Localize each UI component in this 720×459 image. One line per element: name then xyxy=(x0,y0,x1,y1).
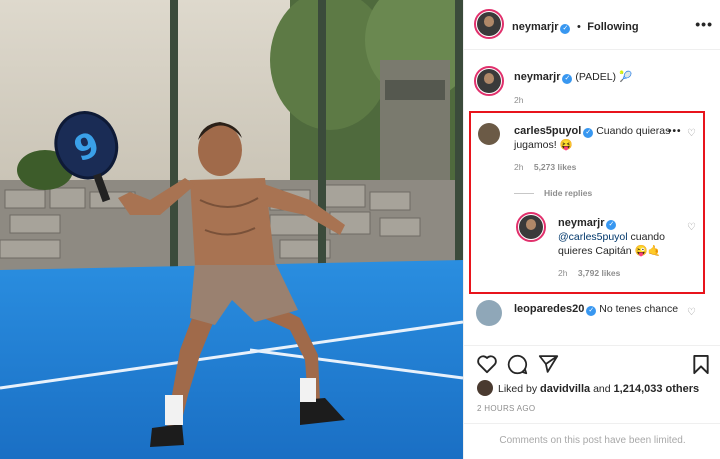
highlight-box xyxy=(469,111,705,294)
post-header: neymarjr ✓ • Following ••• xyxy=(464,0,720,50)
heart-icon[interactable] xyxy=(476,354,498,374)
liked-by-label: Liked by xyxy=(498,383,538,395)
caption-username[interactable]: neymarjr xyxy=(514,71,560,83)
action-bar xyxy=(464,345,720,375)
comment-text: No tenes chance xyxy=(599,303,679,315)
author-avatar[interactable] xyxy=(474,9,504,39)
comments-limited-notice: Comments on this post have been limited. xyxy=(464,423,720,459)
comment-like-heart-icon[interactable]: ♡ xyxy=(687,307,696,318)
author-username[interactable]: neymarjr xyxy=(512,21,558,33)
post-photo[interactable]: 9 xyxy=(0,0,463,459)
comment-leoparedes20: leoparedes20 ✓ No tenes chance xyxy=(514,302,684,316)
caption-text: (PADEL) 🎾 xyxy=(575,71,633,83)
liked-by-connector: and xyxy=(593,383,611,395)
verified-badge-icon: ✓ xyxy=(562,74,573,84)
commenter-avatar[interactable] xyxy=(476,300,502,326)
bookmark-icon[interactable] xyxy=(692,354,710,375)
following-button[interactable]: Following xyxy=(587,21,638,33)
header-separator: • xyxy=(576,21,581,33)
comment-icon[interactable] xyxy=(507,354,528,375)
verified-badge-icon: ✓ xyxy=(560,24,571,34)
padel-court-photo: 9 xyxy=(0,0,463,459)
liker-avatar[interactable] xyxy=(477,380,493,396)
caption-avatar[interactable] xyxy=(474,66,504,96)
paper-plane-icon[interactable] xyxy=(538,354,559,374)
likes-summary: Liked by davidvilla and 1,214,033 others xyxy=(498,382,699,396)
liked-by-user[interactable]: davidvilla xyxy=(540,383,590,395)
more-options-icon[interactable]: ••• xyxy=(695,16,713,32)
verified-badge-icon: ✓ xyxy=(586,306,597,316)
post-timestamp[interactable]: 2 HOURS AGO xyxy=(477,404,535,413)
comment-username[interactable]: leoparedes20 xyxy=(514,303,584,315)
caption-time[interactable]: 2h xyxy=(514,95,523,105)
caption: neymarjr ✓ (PADEL) 🎾 xyxy=(514,70,704,84)
likes-count[interactable]: 1,214,033 others xyxy=(614,383,700,395)
